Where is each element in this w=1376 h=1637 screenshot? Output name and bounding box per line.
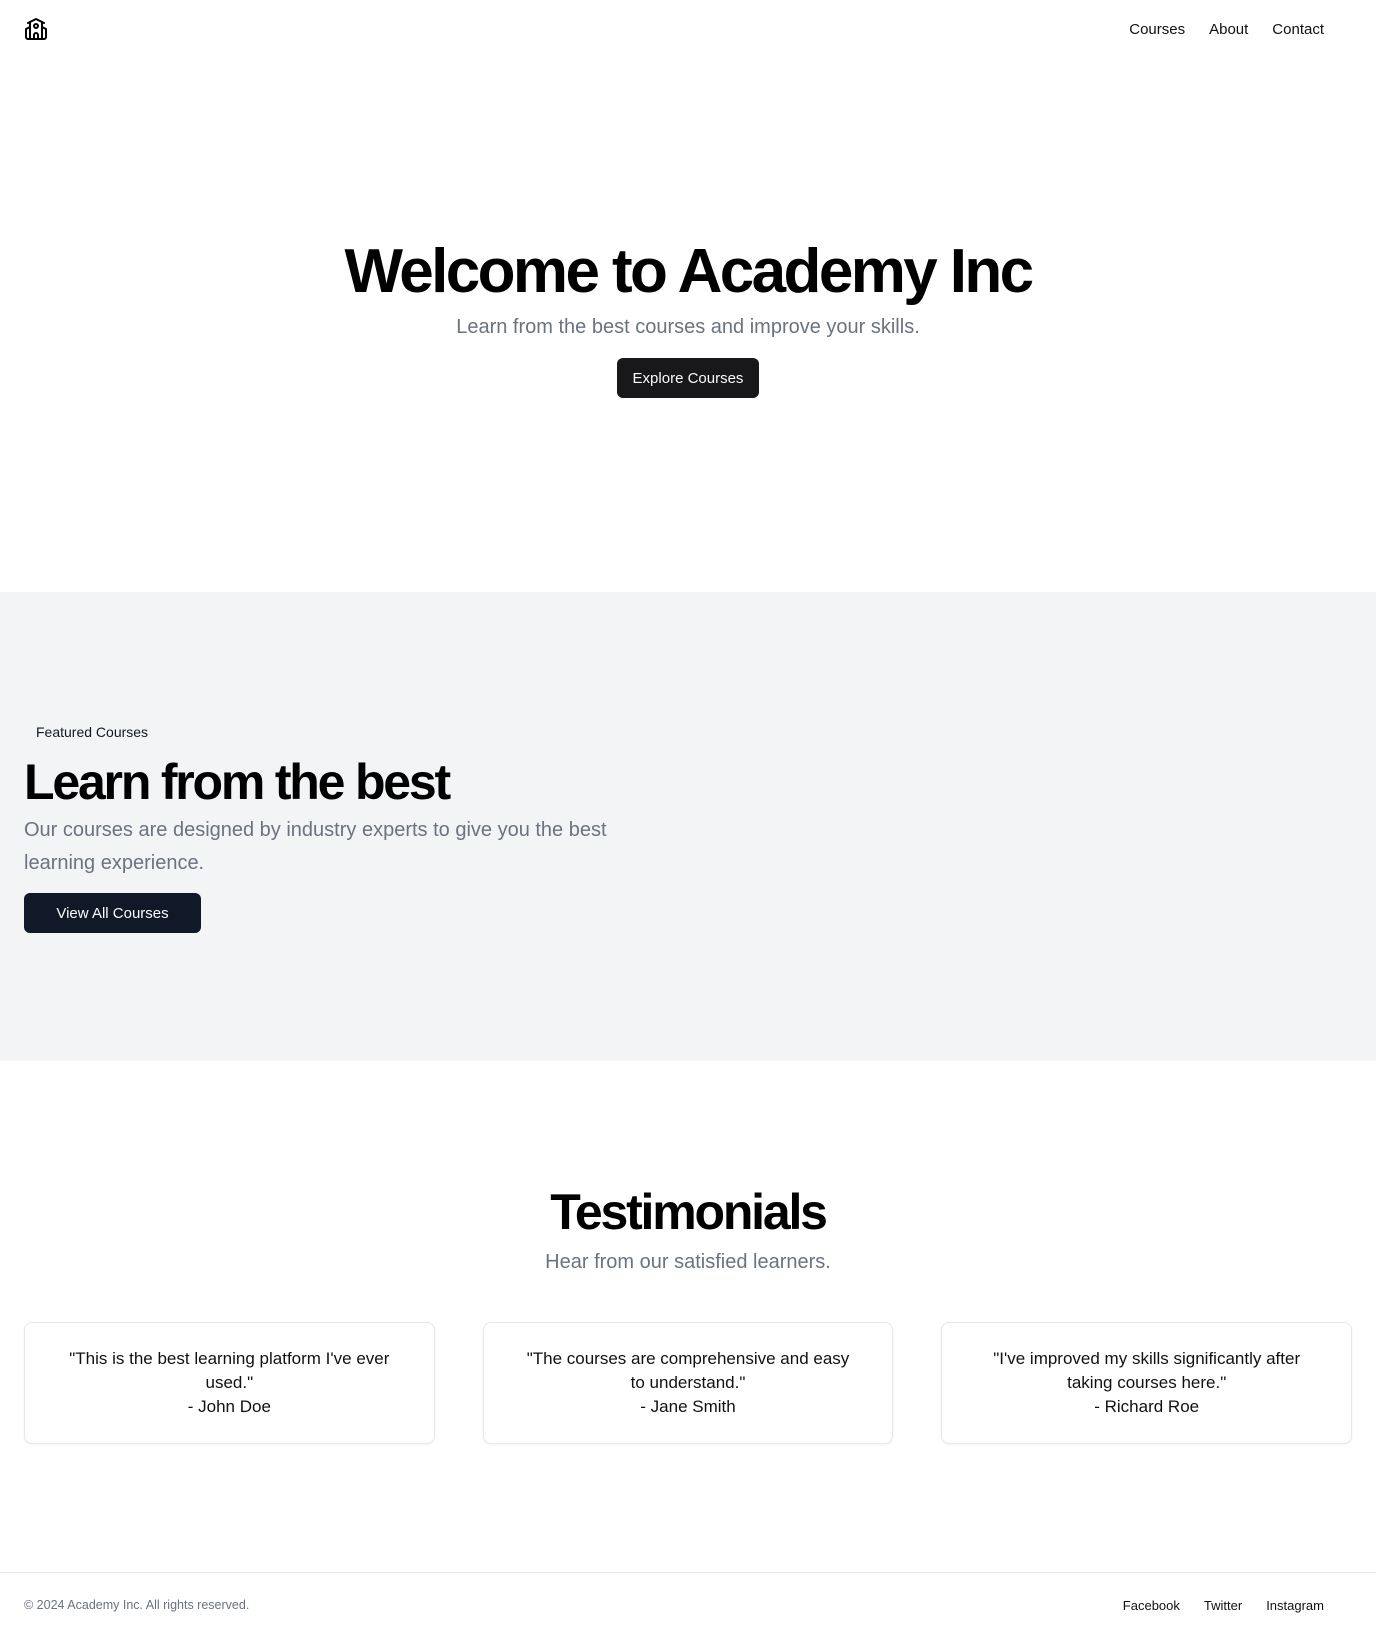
featured-description: Our courses are designed by industry exp… bbox=[24, 819, 607, 874]
testimonial-card: "I've improved my skills significantly a… bbox=[941, 1322, 1353, 1444]
hero-section: Welcome to Academy Inc Learn from the be… bbox=[0, 235, 1376, 398]
footer-link-instagram[interactable]: Instagram bbox=[1266, 1598, 1324, 1613]
testimonials-title: Testimonials bbox=[550, 1184, 828, 1240]
featured-badge: Featured Courses bbox=[36, 724, 149, 740]
testimonial-cards: "This is the best learning platform I've… bbox=[24, 1322, 1353, 1444]
testimonial-card: "This is the best learning platform I've… bbox=[24, 1322, 435, 1444]
social-links: Facebook Twitter Instagram bbox=[1123, 1598, 1352, 1613]
testimonials-subtitle: Hear from our satisfied learners. bbox=[545, 1251, 831, 1273]
nav-link-courses[interactable]: Courses bbox=[1129, 21, 1185, 38]
explore-courses-button[interactable]: Explore Courses bbox=[617, 358, 759, 398]
testimonials-section: Testimonials Hear from our satisfied lea… bbox=[0, 1180, 1376, 1444]
copyright-text: © 2024 Academy Inc. All rights reserved. bbox=[24, 1598, 250, 1612]
nav-link-about[interactable]: About bbox=[1209, 21, 1248, 38]
testimonial-author: - John Doe bbox=[187, 1397, 271, 1416]
testimonial-quote: "The courses are comprehensive and easy … bbox=[526, 1349, 850, 1392]
footer-link-facebook[interactable]: Facebook bbox=[1123, 1598, 1180, 1613]
testimonial-quote: "This is the best learning platform I've… bbox=[69, 1349, 390, 1392]
featured-section: Featured Courses Learn from the best Our… bbox=[0, 592, 1376, 1061]
site-header: Courses About Contact bbox=[0, 0, 1376, 58]
main-nav: Courses About Contact bbox=[1129, 21, 1352, 38]
nav-link-contact[interactable]: Contact bbox=[1272, 21, 1324, 38]
testimonial-author: - Richard Roe bbox=[1094, 1397, 1200, 1416]
testimonial-author: - Jane Smith bbox=[640, 1397, 736, 1416]
featured-title: Learn from the best bbox=[24, 754, 451, 810]
hero-title: Welcome to Academy Inc bbox=[344, 237, 1034, 306]
footer-link-twitter[interactable]: Twitter bbox=[1204, 1598, 1242, 1613]
school-building-icon[interactable] bbox=[24, 17, 48, 41]
site-footer: © 2024 Academy Inc. All rights reserved.… bbox=[0, 1572, 1376, 1637]
testimonial-card: "The courses are comprehensive and easy … bbox=[482, 1322, 894, 1444]
testimonial-quote: "I've improved my skills significantly a… bbox=[993, 1349, 1301, 1392]
page: Courses About Contact Welcome to Academy… bbox=[0, 0, 1376, 1637]
view-all-courses-button[interactable]: View All Courses bbox=[24, 893, 201, 933]
hero-subtitle: Learn from the best courses and improve … bbox=[456, 316, 920, 338]
